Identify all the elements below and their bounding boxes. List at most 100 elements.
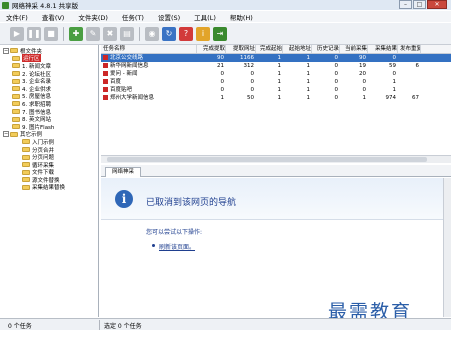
- table-cell: 1: [306, 71, 311, 77]
- table-cell: 1: [306, 95, 311, 101]
- column-header[interactable]: 提取网址: [226, 45, 256, 53]
- close-icon[interactable]: ✕: [427, 0, 447, 9]
- task-name: 新华网新闻信息: [110, 63, 149, 69]
- folder-icon: [10, 48, 18, 54]
- folder-icon: [12, 93, 20, 99]
- column-header[interactable]: 当前采集: [340, 45, 368, 53]
- table-row[interactable]: 北京公交线路 90 1166 1 1 0 90 0: [101, 54, 451, 62]
- export-icon[interactable]: ▤: [120, 26, 134, 41]
- info-icon[interactable]: i: [196, 26, 210, 41]
- folder-icon: [12, 86, 20, 92]
- pause-icon[interactable]: ❚❚: [27, 26, 41, 41]
- table-cell: 1: [277, 55, 282, 61]
- app-icon: [2, 1, 9, 9]
- table-cell: 1: [277, 87, 282, 93]
- exit-icon[interactable]: ⇥: [213, 26, 227, 41]
- table-row[interactable]: 郑州大学新闻信息 1 50 1 1 0 1 974 67: [101, 94, 451, 102]
- collapse-icon[interactable]: −: [3, 131, 9, 138]
- tab-browser[interactable]: 网络神采: [105, 167, 141, 177]
- table-cell: 1: [392, 79, 397, 85]
- start-icon[interactable]: ▶: [10, 26, 24, 41]
- title-bar: 网络神采 4.8.1 共享版 – □ ✕: [0, 0, 451, 10]
- menu-folder[interactable]: 文件夹(D): [78, 12, 108, 22]
- record-icon[interactable]: ◉: [145, 26, 159, 41]
- refresh-page-link[interactable]: 刷新该页面。: [159, 242, 195, 251]
- status-bar: 0 个任务 选定 0 个任务: [0, 318, 451, 330]
- table-cell: 1: [362, 95, 367, 101]
- column-header[interactable]: 完成起始: [256, 45, 283, 53]
- table-cell: 50: [247, 95, 254, 101]
- folder-icon: [22, 147, 30, 153]
- task-icon: [103, 71, 108, 76]
- folder-icon: [12, 71, 20, 77]
- table-cell: 0: [250, 71, 255, 77]
- table-cell: 0: [334, 79, 339, 85]
- table-cell: 6: [415, 63, 420, 69]
- suggestion-text: 您可以尝试以下操作:: [146, 229, 203, 236]
- folder-icon: [10, 131, 18, 137]
- maximize-icon[interactable]: □: [413, 0, 426, 9]
- table-cell: 21: [217, 63, 224, 69]
- help-icon[interactable]: ?: [179, 26, 193, 41]
- table-cell: 67: [412, 95, 419, 101]
- delete-task-icon[interactable]: ✖: [103, 26, 117, 41]
- menu-tools[interactable]: 工具(L): [194, 12, 216, 22]
- table-row[interactable]: 新华网新闻信息 21 312 1 1 0 19 59 6: [101, 62, 451, 70]
- toolbar: ▶ ❚❚ ■ ✚ ✎ ✖ ▤ ◉ ↻ ? i ⇥: [0, 23, 451, 45]
- refresh-icon[interactable]: ↻: [162, 26, 176, 41]
- table-cell: 0: [250, 79, 255, 85]
- column-header[interactable]: 任务名称: [101, 45, 197, 53]
- table-cell: 1: [306, 63, 311, 69]
- task-icon: [103, 87, 108, 92]
- bullet-icon: [152, 244, 155, 247]
- tree-item[interactable]: 9. 图片Flash: [0, 123, 98, 131]
- table-cell: 0: [220, 87, 225, 93]
- table-cell: [398, 78, 421, 86]
- column-header[interactable]: 采集结果: [368, 45, 398, 53]
- edit-task-icon[interactable]: ✎: [86, 26, 100, 41]
- error-banner: i 已取消到该网页的导航: [101, 178, 451, 220]
- new-task-icon[interactable]: ✚: [69, 26, 83, 41]
- task-name: 爱问 - 新闻: [110, 71, 138, 77]
- table-cell: 0: [362, 87, 367, 93]
- toolbar-divider: [63, 26, 64, 41]
- table-row[interactable]: 百度 0 0 1 1 0 0 1: [101, 78, 451, 86]
- tree-root[interactable]: − 根文件夹: [0, 47, 98, 55]
- task-list-header: 任务名称 完成提取 提取网址 完成起始 起始地址 历史记录 当前采集 采集结果 …: [101, 45, 451, 54]
- folder-icon: [22, 169, 30, 175]
- window-title: 网络神采 4.8.1 共享版: [12, 2, 79, 10]
- table-row[interactable]: 百度贴吧 0 0 1 1 0 0 1: [101, 86, 451, 94]
- table-cell: 0: [392, 71, 397, 77]
- menu-file[interactable]: 文件(F): [6, 12, 28, 22]
- column-header[interactable]: 历史记录: [312, 45, 340, 53]
- table-row[interactable]: 爱问 - 新闻 0 0 1 1 0 20 0: [101, 70, 451, 78]
- vertical-scrollbar[interactable]: [443, 178, 451, 317]
- table-cell: 1: [306, 79, 311, 85]
- menu-view[interactable]: 查看(V): [42, 12, 65, 22]
- menu-settings[interactable]: 设置(S): [158, 12, 180, 22]
- table-cell: 19: [359, 63, 366, 69]
- folder-icon: [22, 184, 30, 190]
- info-circle-icon: i: [115, 190, 133, 208]
- table-cell: 1: [306, 55, 311, 61]
- folder-icon: [12, 63, 20, 69]
- column-header[interactable]: 发布重复: [398, 45, 421, 53]
- column-header[interactable]: 完成提取: [197, 45, 226, 53]
- scrollbar-thumb[interactable]: [107, 157, 427, 162]
- folder-icon: [12, 116, 20, 122]
- folder-icon: [22, 162, 30, 168]
- minimize-icon[interactable]: –: [399, 0, 412, 9]
- task-icon: [103, 63, 108, 68]
- stop-icon[interactable]: ■: [44, 26, 58, 41]
- column-header[interactable]: 起始地址: [283, 45, 312, 53]
- task-name: 郑州大学新闻信息: [110, 95, 155, 101]
- menu-bar: 文件(F) 查看(V) 文件夹(D) 任务(T) 设置(S) 工具(L) 帮助(…: [0, 11, 451, 22]
- menu-help[interactable]: 帮助(H): [230, 12, 253, 22]
- tree-item[interactable]: 采集结果替换: [0, 184, 98, 191]
- menu-task[interactable]: 任务(T): [122, 12, 144, 22]
- horizontal-scrollbar[interactable]: [101, 155, 451, 163]
- task-name: 北京公交线路: [110, 55, 144, 61]
- task-icon: [103, 95, 108, 100]
- toolbar-divider: [139, 26, 140, 41]
- collapse-icon[interactable]: −: [3, 47, 9, 54]
